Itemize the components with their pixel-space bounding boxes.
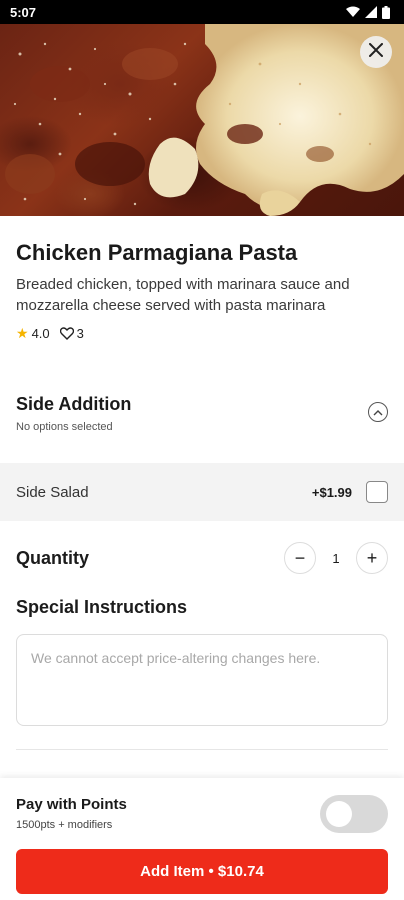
option-price: +$1.99 <box>311 484 352 500</box>
star-icon: ★ <box>16 325 29 341</box>
quantity-row: Quantity − 1 + <box>16 541 388 575</box>
quantity-label: Quantity <box>16 547 90 568</box>
status-bar: 5:07 <box>0 0 404 24</box>
option-checkbox[interactable] <box>366 481 388 503</box>
decrement-button[interactable]: − <box>284 542 316 574</box>
pay-with-points-toggle[interactable] <box>320 795 388 833</box>
rating-value: 4.0 <box>31 326 50 341</box>
heart-icon[interactable] <box>59 327 74 340</box>
pay-with-points-title: Pay with Points <box>16 796 127 813</box>
special-instructions-title: Special Instructions <box>16 597 188 617</box>
close-icon <box>369 42 383 62</box>
special-instructions-placeholder: We cannot accept price-altering changes … <box>31 650 321 666</box>
chevron-up-icon <box>373 403 383 421</box>
add-item-button[interactable]: Add Item • $10.74 <box>16 849 388 894</box>
likes-count: 3 <box>76 326 84 341</box>
minus-icon: − <box>294 547 306 568</box>
side-addition-title: Side Addition <box>16 394 132 414</box>
quantity-stepper: − 1 + <box>284 542 388 574</box>
close-button[interactable] <box>360 36 392 68</box>
wifi-icon <box>346 6 360 18</box>
side-addition-header[interactable]: Side Addition No options selected <box>16 394 388 433</box>
special-instructions-input[interactable]: We cannot accept price-altering changes … <box>16 634 388 726</box>
pay-with-points-subtitle: 1500pts + modifiers <box>16 819 113 831</box>
status-icons <box>346 5 390 19</box>
option-label: Side Salad <box>16 483 89 501</box>
side-addition-subtitle: No options selected <box>16 421 113 433</box>
item-description: Breaded chicken, topped with marinara sa… <box>16 276 350 314</box>
collapse-button[interactable] <box>368 402 388 422</box>
plus-icon: + <box>366 547 378 568</box>
signal-icon <box>365 6 377 18</box>
toggle-knob <box>326 801 352 827</box>
option-side-salad[interactable]: Side Salad +$1.99 <box>0 463 404 521</box>
bottom-bar: Pay with Points 1500pts + modifiers Add … <box>0 778 404 900</box>
item-title: Chicken Parmagiana Pasta <box>16 240 298 265</box>
item-photo <box>0 24 404 216</box>
item-meta: ★ 4.0 3 <box>16 325 84 342</box>
divider <box>16 749 388 750</box>
status-time: 5:07 <box>10 4 37 20</box>
battery-icon <box>382 5 390 19</box>
increment-button[interactable]: + <box>356 542 388 574</box>
quantity-value: 1 <box>332 550 340 566</box>
